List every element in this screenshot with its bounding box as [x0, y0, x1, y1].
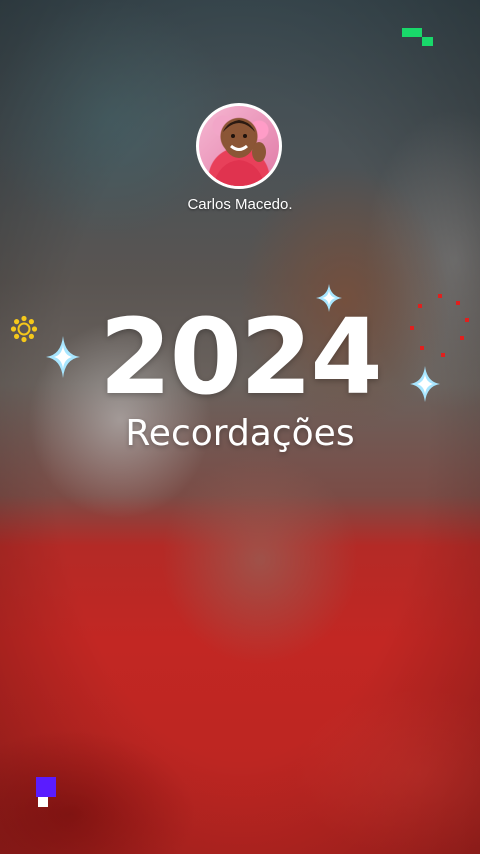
purple-pixel-logo	[36, 777, 56, 807]
subtitle: Recordações	[125, 413, 355, 454]
green-pixel-logo	[402, 28, 433, 46]
avatar-face-icon	[213, 120, 266, 186]
profile-name[interactable]: Carlos Macedo.	[140, 196, 340, 213]
sunburst-icon	[10, 315, 38, 343]
story-viewer[interactable]: Carlos Macedo. 2024 Recordações	[0, 0, 480, 854]
year-title: 2024	[99, 296, 382, 418]
profile-avatar[interactable]	[196, 103, 282, 189]
